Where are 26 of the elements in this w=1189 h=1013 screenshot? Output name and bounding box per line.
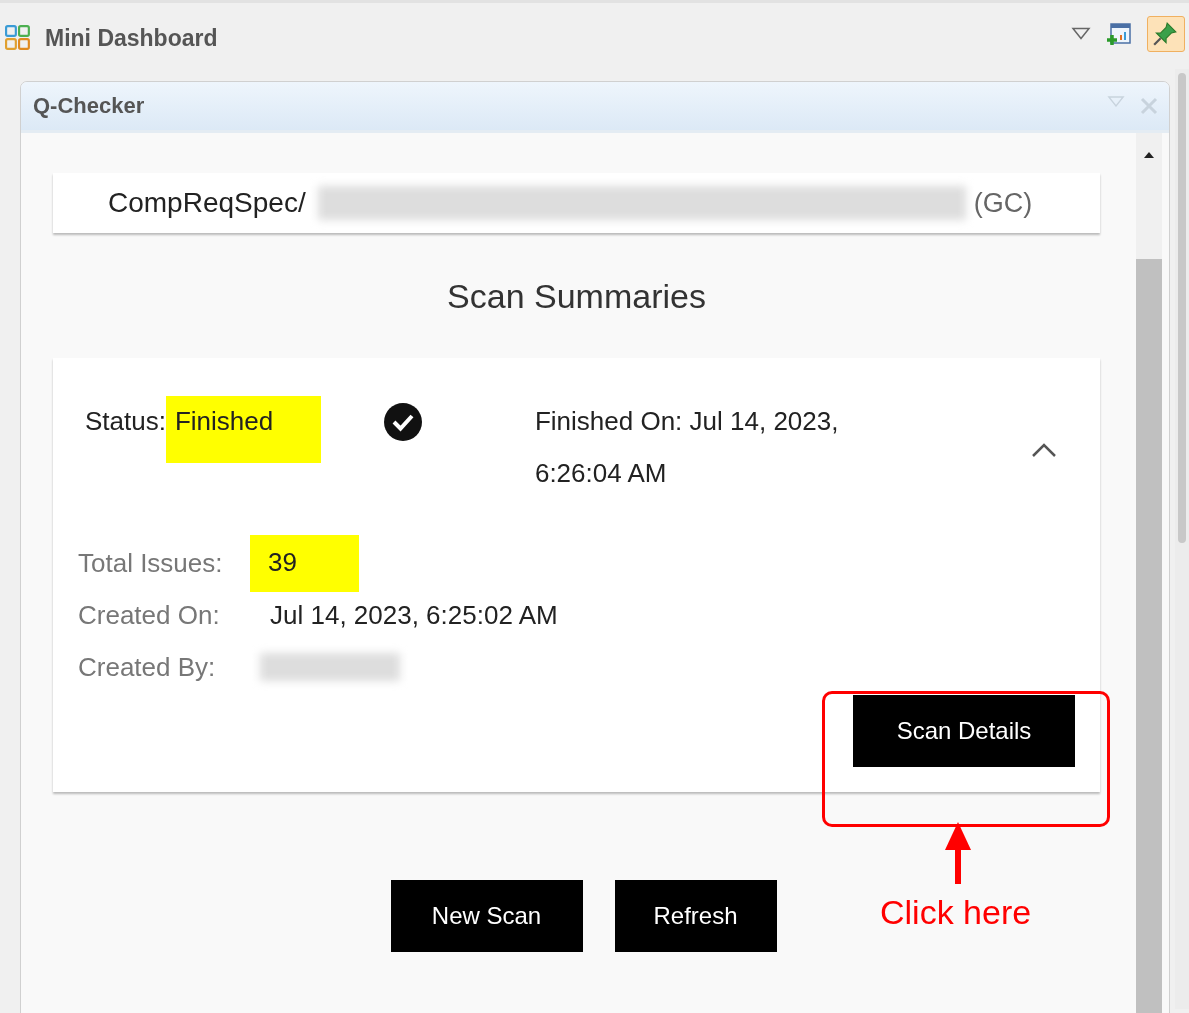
scan-details-button[interactable]: Scan Details <box>853 695 1075 767</box>
field-label: Created On: <box>78 599 221 631</box>
status-label: Status: <box>85 405 166 437</box>
annotation-text: Click here <box>880 893 1032 932</box>
grid-icon <box>5 25 31 51</box>
view-title: Mini Dashboard <box>45 24 218 52</box>
status-value: Finished <box>165 396 321 463</box>
field-label: Total Issues: <box>78 547 224 579</box>
scrollbar-thumb[interactable] <box>1136 259 1162 1013</box>
scroll-up-icon[interactable] <box>1143 151 1155 159</box>
breadcrumb-path: CompReqSpec/ <box>108 187 306 219</box>
breadcrumb-suffix: (GC) <box>973 187 1033 219</box>
scrollbar[interactable] <box>1175 69 1189 1009</box>
annotation-arrow <box>943 820 973 886</box>
dropdown-icon[interactable] <box>1071 26 1091 40</box>
section-heading: Scan Summaries <box>446 277 707 316</box>
panel-title: Q-Checker <box>33 93 145 119</box>
new-scan-button[interactable]: New Scan <box>390 880 583 952</box>
field-label: Created By: <box>78 651 217 683</box>
field-value: 39 <box>250 534 359 592</box>
field-value: Jul 14, 2023, 6:25:02 AM <box>269 599 558 631</box>
refresh-button[interactable]: Refresh <box>614 880 777 952</box>
chevron-icon[interactable] <box>1030 441 1058 459</box>
pin-button[interactable] <box>1147 16 1185 52</box>
check-circle-icon <box>382 402 423 442</box>
finished-on-text: Finished On: Jul 14, 2023, 6:26:04 AM <box>534 405 840 490</box>
